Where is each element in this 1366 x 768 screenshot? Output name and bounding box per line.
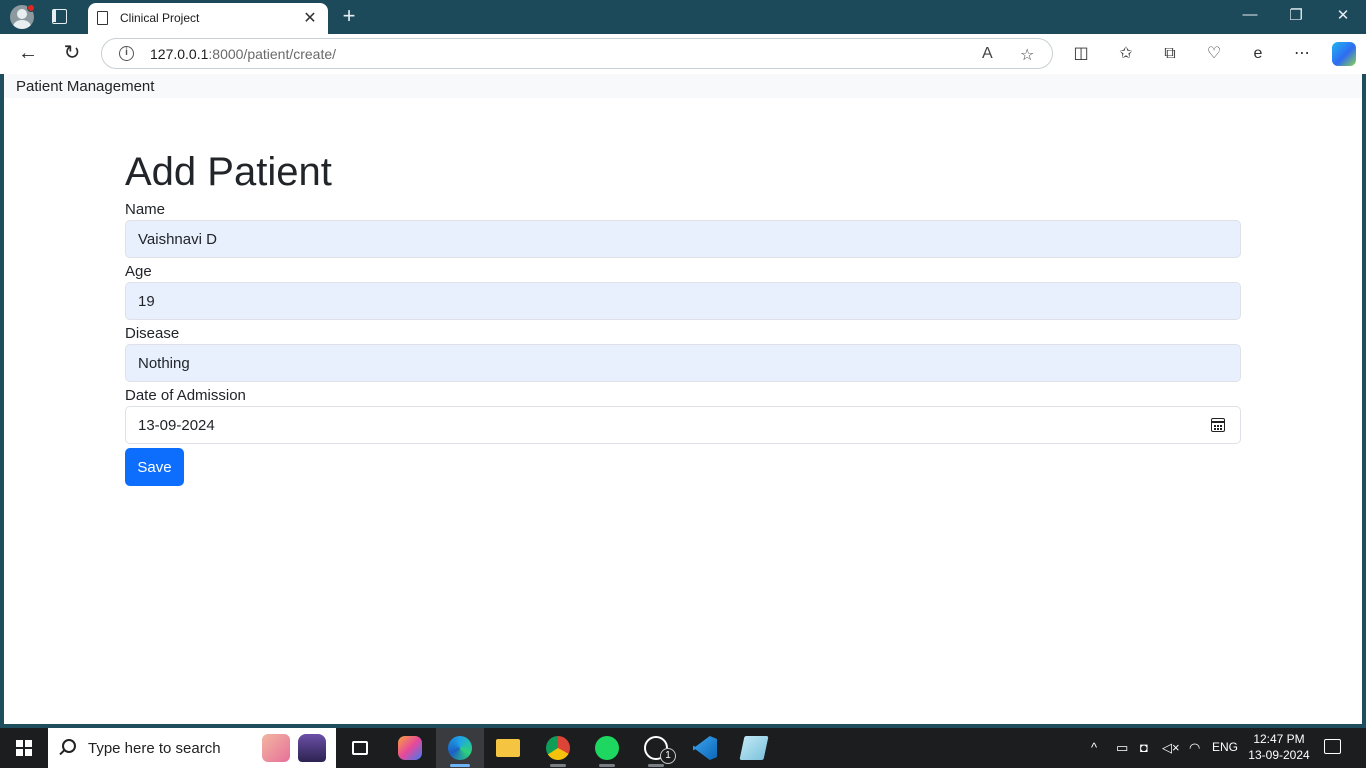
running-indicator [599,764,615,767]
copilot-taskbar-button[interactable] [386,728,434,768]
copilot-icon[interactable] [1332,42,1356,66]
favorites-icon[interactable]: ✩ [1116,44,1136,64]
windows-start-icon[interactable] [16,740,32,756]
favorite-star-icon[interactable]: ☆ [1020,45,1034,65]
collections-icon[interactable]: ⧉ [1160,44,1180,64]
task-view-icon [352,741,368,755]
name-label: Name [125,201,166,218]
tab-actions-icon[interactable] [52,9,67,24]
chrome-icon [546,736,570,760]
notes-taskbar-button[interactable] [730,728,778,768]
read-aloud-icon[interactable]: A [982,45,993,63]
running-indicator [550,764,566,767]
save-button[interactable]: Save [125,448,184,486]
input-language[interactable]: ENG [1212,740,1238,754]
name-field [125,220,1241,258]
notes-app-icon [739,736,769,760]
web-page: Patient Management Add Patient Name Age … [4,74,1362,724]
vscode-taskbar-button[interactable] [681,728,729,768]
browser-essentials-icon[interactable]: ♡ [1204,44,1224,64]
browser-title-bar: Clinical Project ✕ + — ❐ ✕ [0,0,1366,34]
page-title: Add Patient [125,150,332,194]
admission-date-field [125,406,1241,444]
show-hidden-icons-icon[interactable]: ^ [1091,740,1097,755]
notifications-icon[interactable] [1324,739,1341,754]
folder-icon [496,739,520,757]
whatsapp-badge: 1 [660,748,676,764]
spotify-icon [595,736,619,760]
tab-clinical-project[interactable]: Clinical Project ✕ [88,3,328,34]
clock-time: 12:47 PM [1253,732,1305,746]
close-window-icon[interactable]: ✕ [1333,6,1353,24]
edge-extension-icon[interactable]: e [1248,44,1268,64]
disease-field [125,344,1241,382]
spotify-taskbar-button[interactable] [583,728,631,768]
top-hat-icon [298,734,326,762]
search-highlight-icon [262,734,290,762]
address-bar[interactable]: i 127.0.0.1:8000/patient/create/ A ☆ [101,38,1053,69]
profile-notification-dot [27,4,35,12]
search-icon [62,739,76,753]
tab-title: Clinical Project [120,11,200,25]
close-tab-icon[interactable]: ✕ [302,8,318,28]
minimize-icon[interactable]: — [1240,6,1260,23]
clock-date: 13-09-2024 [1248,748,1310,762]
meet-now-icon[interactable]: ◘ [1140,740,1148,755]
copilot-app-icon [398,736,422,760]
chrome-taskbar-button[interactable] [534,728,582,768]
new-tab-icon[interactable]: + [339,3,359,29]
running-indicator [648,764,664,767]
name-input[interactable] [126,221,1240,257]
disease-input[interactable] [126,345,1240,381]
disease-label: Disease [125,325,180,342]
restore-icon[interactable]: ❐ [1286,6,1306,24]
site-info-icon[interactable]: i [119,46,134,61]
app-navbar: Patient Management [4,74,1362,98]
age-field [125,282,1241,320]
add-patient-form: Add Patient Name Age Disease Date of Adm… [125,148,1241,486]
calendar-icon[interactable] [1211,418,1225,432]
admission-date-input[interactable] [126,407,1240,443]
edge-taskbar-button[interactable] [436,728,484,768]
active-indicator [450,764,470,767]
url-text: 127.0.0.1:8000/patient/create/ [150,46,336,62]
admission-date-label: Date of Admission [125,387,246,404]
split-screen-icon[interactable]: ◫ [1071,44,1091,64]
whatsapp-taskbar-button[interactable]: 1 [632,728,680,768]
windows-taskbar: Type here to search 1 ^ ▭ ◘ ◁× ◠ ENG 12:… [0,728,1366,768]
url-host: 127.0.0.1 [150,46,209,62]
taskbar-search-box[interactable]: Type here to search [48,728,336,768]
navbar-brand[interactable]: Patient Management [16,78,154,95]
search-placeholder: Type here to search [88,740,221,757]
reload-icon[interactable]: ↻ [60,42,84,66]
wifi-icon[interactable]: ◠ [1189,740,1200,756]
vscode-icon [693,736,717,760]
task-view-button[interactable] [336,728,384,768]
browser-toolbar: ← ↻ i 127.0.0.1:8000/patient/create/ A ☆… [0,34,1366,74]
more-menu-icon[interactable]: ⋯ [1292,44,1312,64]
edge-icon [448,736,472,760]
url-path: :8000/patient/create/ [208,46,337,62]
battery-icon[interactable]: ▭ [1116,740,1128,756]
file-explorer-button[interactable] [484,728,532,768]
volume-muted-icon[interactable]: ◁× [1162,740,1180,756]
taskbar-clock[interactable]: 12:47 PM 13-09-2024 [1246,731,1312,763]
age-input[interactable] [126,283,1240,319]
age-label: Age [125,263,152,280]
back-icon[interactable]: ← [16,42,40,66]
page-icon [97,11,108,25]
